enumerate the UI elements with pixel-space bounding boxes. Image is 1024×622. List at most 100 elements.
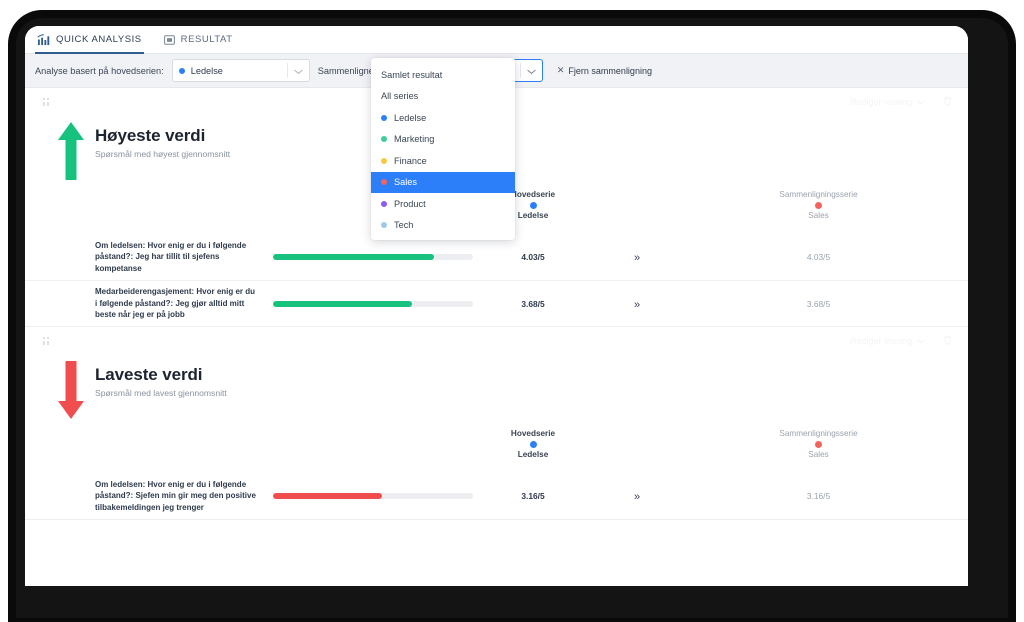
- edit-view-button[interactable]: Rediger visning: [850, 97, 925, 107]
- drag-dot: [46, 98, 49, 101]
- tab-resultat-label: RESULTAT: [180, 34, 233, 45]
- tab-quick-analysis-label: QUICK ANALYSIS: [56, 34, 142, 45]
- double-chevron-right-icon: »: [633, 491, 640, 503]
- tab-resultat[interactable]: RESULTAT: [162, 26, 235, 54]
- dropdown-option-label: All series: [381, 91, 419, 102]
- question-row[interactable]: Om ledelsen: Hvor enig er du i følgende …: [25, 234, 968, 280]
- chevron-down-icon: [917, 97, 925, 107]
- edit-view-label: Rediger visning: [849, 336, 912, 346]
- select-divider: [519, 63, 521, 78]
- chevron-down-icon: [917, 336, 925, 346]
- dropdown-option-label: Tech: [394, 220, 414, 231]
- bar-chart-icon: [37, 33, 50, 46]
- column-header-compare-series: Sammenligningsserie Sales: [679, 429, 968, 459]
- option-color-dot: [381, 136, 387, 143]
- column-header-main-series: Hovedserie Ledelse: [473, 429, 593, 459]
- main-series-value: 4.03/5: [521, 252, 545, 262]
- score-bar-fill: [273, 300, 412, 307]
- score-bar-track: [273, 300, 473, 307]
- card-arrow-wrap: [47, 116, 95, 182]
- analysis-card-lowest: Rediger visning Laveste verdi Spørsmål med…: [25, 327, 968, 520]
- dropdown-option-label: Marketing: [394, 134, 435, 145]
- dropdown-option-sales[interactable]: Sales: [371, 171, 515, 193]
- dropdown-option-all-series[interactable]: All series: [371, 86, 515, 108]
- dropdown-option-product[interactable]: Product: [371, 193, 515, 215]
- main-series-heading: Hovedserie: [510, 429, 556, 438]
- dropdown-option-label: Product: [394, 198, 426, 209]
- score-bar-wrap: [273, 300, 473, 307]
- card-header-text: Laveste verdi Spørsmål med lavest gjennom…: [95, 355, 227, 398]
- score-bar-fill: [273, 493, 382, 499]
- compare-series-heading: Sammenligningsserie: [779, 190, 858, 199]
- drag-handle-icon[interactable]: [43, 337, 49, 345]
- question-text: Om ledelsen: Hvor enig er du i følgende …: [95, 479, 256, 512]
- drag-dot: [46, 101, 49, 106]
- column-header-row: Hovedserie Ledelse Sammenligningsserie Sale…: [25, 429, 968, 473]
- arrow-up-icon: [56, 120, 86, 182]
- dropdown-option-label: Ledelse: [394, 112, 427, 123]
- card-toolbar-actions: Rediger visning: [850, 93, 952, 111]
- card-toolbar-actions: Rediger visning: [850, 332, 952, 350]
- drag-dot: [46, 340, 49, 345]
- trash-icon[interactable]: [943, 332, 952, 350]
- double-chevron-right-icon: »: [633, 252, 640, 264]
- remove-comparison-label: Fjern sammenligning: [568, 65, 652, 76]
- card-subtitle: Spørsmål med lavest gjennomsnitt: [95, 388, 227, 398]
- option-color-dot: [381, 222, 387, 229]
- main-series-value: 3.16/5: [521, 491, 545, 501]
- drag-handle-icon[interactable]: [43, 98, 49, 106]
- comparison-arrow: »: [593, 487, 679, 505]
- question-row[interactable]: Medarbeiderengasjement: Hvor enig er du …: [25, 280, 968, 326]
- card-title: Laveste verdi: [95, 365, 203, 384]
- card-header-text: Høyeste verdi Spørsmål med høyest gjennom…: [95, 116, 230, 159]
- score-bar-track: [273, 254, 473, 260]
- dropdown-option-ledelse[interactable]: Ledelse: [371, 107, 515, 129]
- drag-dot: [43, 98, 45, 101]
- main-series-select[interactable]: Ledelse: [171, 59, 310, 82]
- slide-icon: [163, 34, 175, 45]
- main-series-value: Ledelse: [190, 65, 223, 76]
- option-color-dot: [381, 179, 387, 186]
- dropdown-option-marketing[interactable]: Marketing: [371, 129, 515, 151]
- column-header-compare-series: Sammenligningsserie Sales: [679, 190, 968, 220]
- chevron-down-icon: [527, 62, 536, 80]
- card-subtitle: Spørsmål med høyest gjennomsnitt: [95, 149, 231, 159]
- edit-view-label: Rediger visning: [849, 97, 912, 107]
- edit-view-button[interactable]: Rediger visning: [850, 336, 925, 346]
- trash-icon[interactable]: [943, 93, 952, 111]
- compare-series-color-dot: [815, 202, 822, 209]
- device-frame: QUICK ANALYSIS RESULTAT Analyse basert p…: [0, 0, 1024, 622]
- drag-dot: [43, 340, 45, 345]
- card-toolbar: Rediger visning: [25, 327, 968, 355]
- tab-quick-analysis[interactable]: QUICK ANALYSIS: [35, 26, 144, 54]
- main-series-color-dot: [529, 441, 537, 448]
- arrow-down-icon: [56, 359, 86, 421]
- compare-series-color-dot: [815, 441, 822, 448]
- compare-series-heading: Sammenligningsserie: [779, 429, 858, 438]
- drag-dot: [43, 337, 45, 340]
- question-row[interactable]: Om ledelsen: Hvor enig er du i følgende …: [25, 473, 968, 519]
- compare-series-dropdown-menu[interactable]: Samlet resultat All series Ledelse Marketin…: [371, 58, 515, 240]
- compare-series-name: Sales: [808, 450, 829, 459]
- close-icon: ✕: [556, 65, 565, 75]
- drag-dot: [43, 101, 45, 106]
- remove-comparison-button[interactable]: ✕ Fjern sammenligning: [557, 65, 652, 76]
- card-arrow-wrap: [47, 355, 95, 421]
- dropdown-option-samlet-resultat[interactable]: Samlet resultat: [371, 64, 515, 86]
- compare-series-value: 3.68/5: [806, 298, 831, 309]
- dropdown-option-label: Sales: [394, 177, 417, 188]
- compare-series-value: 3.16/5: [806, 491, 831, 501]
- dropdown-option-finance[interactable]: Finance: [371, 150, 515, 172]
- question-text: Om ledelsen: Hvor enig er du i følgende …: [95, 240, 247, 273]
- compare-series-value: 4.03/5: [806, 252, 831, 262]
- dropdown-option-tech[interactable]: Tech: [371, 215, 515, 237]
- card-header: Laveste verdi Spørsmål med lavest gjennom…: [25, 355, 968, 429]
- option-color-dot: [381, 157, 387, 164]
- score-bar-wrap: [273, 493, 473, 499]
- content-bottom-fade: [25, 576, 968, 586]
- chevron-down-icon: [294, 62, 303, 80]
- score-bar-track: [273, 493, 473, 499]
- dropdown-option-label: Finance: [394, 155, 427, 166]
- score-bar-wrap: [273, 254, 473, 260]
- main-series-name: Ledelse: [517, 450, 549, 459]
